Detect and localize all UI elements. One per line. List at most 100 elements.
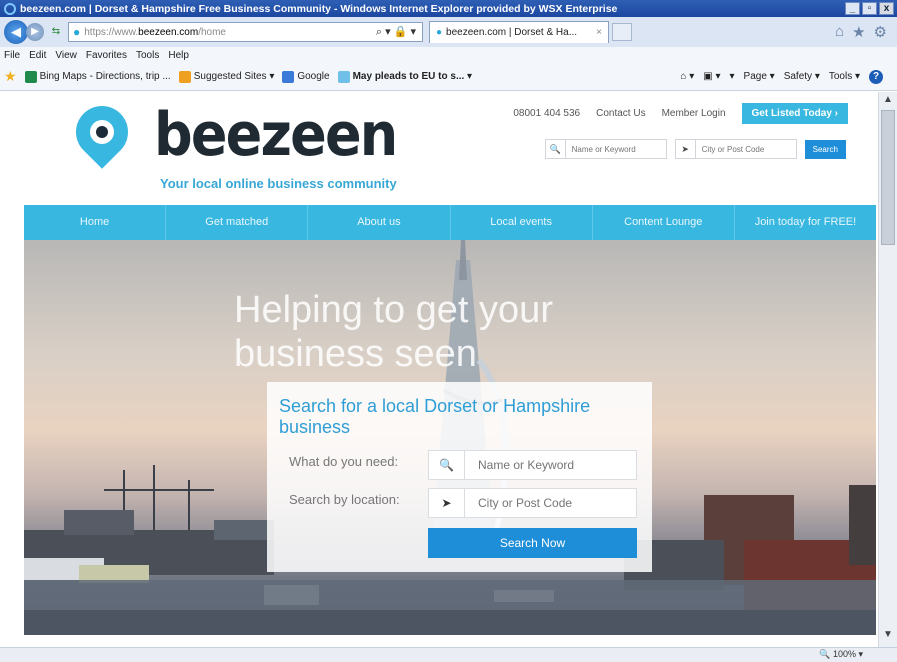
beezeen-logo-pin-icon[interactable]	[65, 95, 139, 169]
page-scrollbar[interactable]: ▲ ▼	[878, 92, 897, 647]
fav-label: Bing Maps - Directions, trip ...	[39, 71, 171, 82]
site-header: beezeen Your local online business commu…	[24, 92, 876, 205]
nav-local-events[interactable]: Local events	[451, 205, 593, 240]
back-button[interactable]: ◀	[4, 20, 28, 44]
scroll-up-icon[interactable]: ▲	[879, 94, 897, 110]
window-controls: _ ▫ x	[845, 2, 894, 15]
tab-title: beezeen.com | Dorset & Ha...	[446, 27, 578, 38]
keyword-input[interactable]	[465, 458, 625, 472]
hero-heading: Helping to get your business seen	[234, 288, 614, 376]
logo-wordmark[interactable]: beezeen	[154, 100, 398, 170]
search-panel-title: Search for a local Dorset or Hampshire b…	[279, 396, 591, 437]
gear-icon[interactable]: ⚙	[874, 23, 887, 41]
menu-favorites[interactable]: Favorites	[86, 50, 127, 61]
hero-search-panel: Search for a local Dorset or Hampshire b…	[267, 382, 652, 572]
location-arrow-icon: ➤	[429, 489, 465, 517]
menu-help[interactable]: Help	[168, 50, 189, 61]
search-dropdown-icon[interactable]: ⌕ ▾ 🔒 ▾	[376, 25, 416, 39]
tools-menu[interactable]: Tools ▾	[829, 71, 860, 82]
favorites-star-icon[interactable]: ★	[852, 23, 865, 41]
news-icon	[337, 70, 350, 83]
header-keyword-input[interactable]	[565, 144, 666, 154]
fav-label: Google	[297, 71, 330, 82]
menu-view[interactable]: View	[55, 50, 77, 61]
tab-pin-icon: ●	[436, 27, 443, 38]
search-now-button[interactable]: Search Now	[428, 528, 637, 558]
logo-tagline: Your local online business community	[160, 176, 397, 191]
search-icon: 🔍	[429, 451, 465, 479]
main-nav: Home Get matched About us Local events C…	[24, 205, 876, 240]
header-links: 08001 404 536 Contact Us Member Login Ge…	[513, 103, 848, 124]
member-login-link[interactable]: Member Login	[662, 108, 726, 119]
fav-suggested-sites[interactable]: Suggested Sites ▾	[178, 70, 275, 83]
phone-number: 08001 404 536	[513, 108, 581, 119]
page-viewport: beezeen Your local online business commu…	[0, 92, 897, 647]
help-icon[interactable]: ?	[869, 69, 883, 84]
minimize-button[interactable]: _	[845, 2, 860, 15]
zoom-value: 100%	[832, 649, 856, 659]
location-input[interactable]	[465, 496, 625, 510]
header-location-field: ➤	[674, 139, 797, 159]
favorites-bar: ★ Bing Maps - Directions, trip ... Sugge…	[0, 63, 897, 91]
fav-bing-maps[interactable]: Bing Maps - Directions, trip ...	[24, 70, 171, 83]
site-pin-icon: ●	[73, 25, 81, 39]
location-arrow-icon: ➤	[676, 140, 696, 158]
menu-edit[interactable]: Edit	[29, 50, 46, 61]
url-scheme: https://www.	[84, 26, 139, 38]
nav-join-today[interactable]: Join today for FREE!	[735, 205, 876, 240]
scroll-down-icon[interactable]: ▼	[879, 629, 897, 645]
address-bar[interactable]: ● https://www. beezeen.com/home ⌕ ▾ 🔒 ▾	[68, 22, 423, 42]
window-titlebar: beezeen.com | Dorset & Hampshire Free Bu…	[0, 0, 897, 17]
home-menu-icon[interactable]: ⌂ ▾	[680, 71, 694, 82]
favorites-star-icon[interactable]: ★	[4, 68, 17, 85]
nav-get-matched[interactable]: Get matched	[166, 205, 309, 240]
window-title: beezeen.com | Dorset & Hampshire Free Bu…	[20, 2, 618, 15]
print-icon[interactable]: ▾	[730, 71, 735, 82]
url-path: /home	[198, 26, 226, 38]
header-search-button[interactable]: Search	[804, 139, 846, 159]
nav-home[interactable]: Home	[24, 205, 167, 240]
page-menu[interactable]: Page ▾	[744, 71, 775, 82]
bing-maps-icon	[24, 70, 37, 83]
forward-button[interactable]: ▶	[26, 23, 44, 41]
url-host: beezeen.com	[138, 26, 199, 38]
new-tab-button[interactable]	[612, 23, 632, 41]
keyword-field: 🔍	[428, 450, 637, 480]
fav-label: May pleads to EU to s... ▾	[352, 71, 473, 82]
header-keyword-field: 🔍	[544, 139, 667, 159]
location-label: Search by location:	[289, 492, 400, 507]
menu-bar: File Edit View Favorites Tools Help	[0, 47, 897, 63]
google-icon	[282, 70, 295, 83]
menu-file[interactable]: File	[4, 50, 20, 61]
feeds-icon[interactable]: ▣ ▾	[703, 71, 720, 82]
fav-news[interactable]: May pleads to EU to s... ▾	[337, 70, 473, 83]
hero-banner: Helping to get your business seen Search…	[24, 240, 876, 635]
tab-beezeen[interactable]: ● beezeen.com | Dorset & Ha... ×	[429, 21, 609, 43]
nav-about-us[interactable]: About us	[308, 205, 451, 240]
hero-heading-line-1: Helping to get your	[234, 289, 553, 331]
scroll-thumb[interactable]	[881, 110, 895, 245]
need-label: What do you need:	[289, 454, 399, 469]
home-icon[interactable]: ⌂	[835, 23, 844, 41]
get-listed-button[interactable]: Get Listed Today ›	[741, 103, 848, 124]
header-search: 🔍 ➤ Search	[544, 139, 846, 159]
header-location-input[interactable]	[695, 144, 796, 154]
suggested-sites-icon	[178, 70, 191, 83]
nav-content-lounge[interactable]: Content Lounge	[593, 205, 735, 240]
zoom-level[interactable]: 🔍 100% ▾	[819, 649, 863, 660]
refresh-icon[interactable]: ⇆	[48, 24, 64, 40]
close-window-button[interactable]: x	[879, 2, 894, 15]
browser-right-icons: ⌂ ★ ⚙	[835, 23, 887, 41]
tab-close-icon[interactable]: ×	[596, 27, 602, 38]
address-row: ◀ ▶ ⇆ ● https://www. beezeen.com/home ⌕ ▾…	[0, 17, 897, 47]
command-bar: ⌂ ▾ ▣ ▾ ▾ Page ▾ Safety ▾ Tools ▾ ?	[680, 69, 883, 84]
hero-heading-line-2: business seen	[234, 333, 477, 375]
fav-google[interactable]: Google	[282, 70, 330, 83]
contact-us-link[interactable]: Contact Us	[596, 108, 645, 119]
safety-menu[interactable]: Safety ▾	[784, 71, 820, 82]
menu-tools[interactable]: Tools	[136, 50, 159, 61]
ie-logo-icon	[4, 2, 16, 15]
fav-label: Suggested Sites ▾	[193, 71, 275, 82]
search-icon: 🔍	[546, 140, 566, 158]
maximize-button[interactable]: ▫	[862, 2, 877, 15]
